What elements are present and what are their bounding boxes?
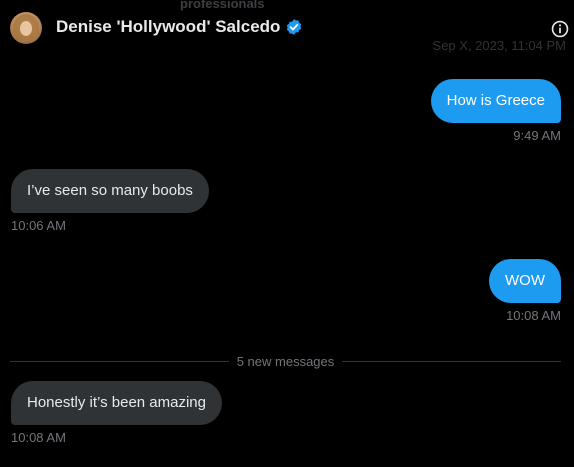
message-timestamp: 10:08 AM	[11, 430, 66, 445]
divider-line	[342, 360, 561, 362]
scrolled-ghost-date: Sep X, 2023, 11:04 PM	[432, 38, 566, 53]
avatar[interactable]	[10, 12, 42, 44]
info-icon[interactable]	[550, 19, 570, 39]
message-bubble-incoming[interactable]: Honestly it’s been amazing	[11, 381, 222, 425]
avatar-face	[20, 21, 32, 36]
message-timestamp: 10:06 AM	[11, 218, 66, 233]
new-messages-divider: 5 new messages	[10, 352, 561, 370]
verified-badge-icon	[285, 18, 303, 36]
scrolled-ghost-text: professionals	[180, 0, 265, 11]
contact-name[interactable]: Denise 'Hollywood' Salcedo	[56, 17, 280, 37]
message-timestamp: 9:49 AM	[513, 128, 561, 143]
message-bubble-outgoing[interactable]: WOW	[489, 259, 561, 303]
new-messages-label: 5 new messages	[236, 353, 335, 369]
message-bubble-outgoing[interactable]: How is Greece	[430, 79, 561, 123]
conversation-header: professionals Sep X, 2023, 11:04 PM Deni…	[0, 0, 574, 56]
contact-name-row[interactable]: Denise 'Hollywood' Salcedo	[56, 17, 303, 37]
message-timestamp: 10:08 AM	[506, 308, 561, 323]
divider-line	[10, 360, 229, 362]
message-bubble-incoming[interactable]: I’ve seen so many boobs	[11, 169, 209, 213]
